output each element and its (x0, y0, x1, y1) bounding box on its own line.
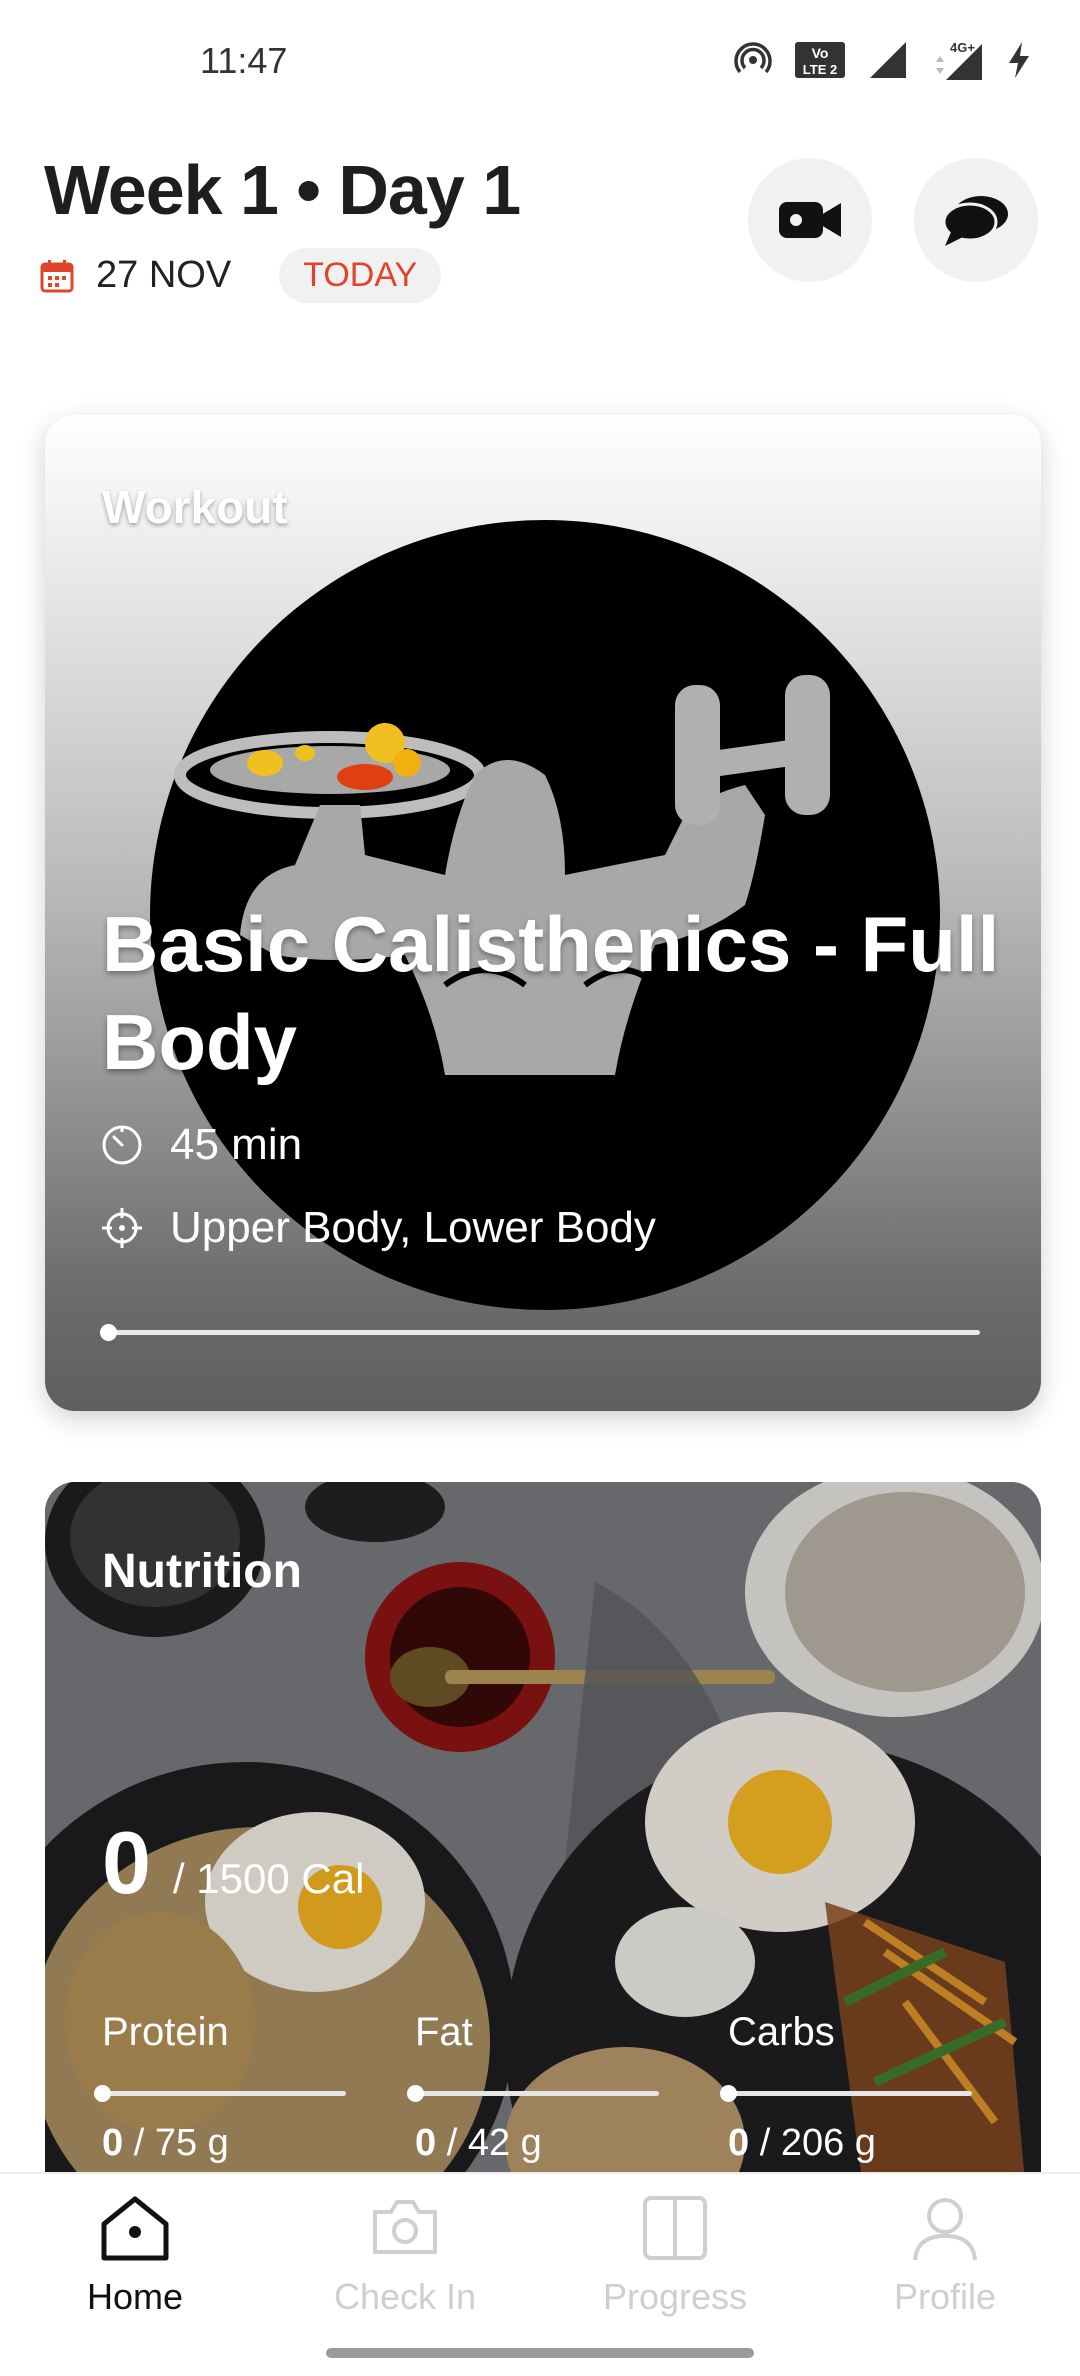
macro-consumed: 0 (728, 2122, 750, 2164)
nav-check-in[interactable]: Check In (270, 2194, 540, 2318)
progress-icon (643, 2196, 707, 2260)
home-indicator[interactable] (326, 2348, 754, 2358)
nav-profile[interactable]: Profile (810, 2194, 1080, 2318)
status-bar: 11:47 Vo LTE 2 4G+ (0, 0, 1080, 120)
chat-bubbles-icon (942, 196, 1008, 246)
svg-text:Vo: Vo (812, 45, 829, 61)
macro-target: / 75 g (123, 2122, 229, 2164)
camera-icon (373, 2200, 437, 2254)
today-badge: TODAY (279, 248, 442, 303)
charging-icon (1009, 42, 1029, 78)
workout-progress-bar (100, 1324, 980, 1341)
workout-target-areas: Upper Body, Lower Body (170, 1203, 656, 1252)
macro-progress-bar (720, 2085, 972, 2102)
macro-progress-handle (94, 2085, 111, 2102)
calories-target: / 1500 Cal (172, 1855, 365, 1902)
workout-title: Basic Calisthenics - Full Body (102, 900, 1000, 1086)
nav-progress[interactable]: Progress (540, 2194, 810, 2318)
macro-amount: 0 / 75 g (102, 2122, 352, 2165)
nav-label: Check In (333, 2276, 477, 2317)
video-camera-icon (779, 202, 841, 238)
status-icons: Vo LTE 2 4G+ (734, 38, 1032, 82)
macro-target: / 42 g (436, 2122, 542, 2164)
hotspot-icon (734, 42, 772, 74)
nutrition-label: Nutrition (102, 1545, 302, 1598)
nutrition-card[interactable]: Nutrition 0 / 1500 Cal Protein 0 / 75 g … (45, 1482, 1041, 2282)
bottom-nav: Home Check In Progress Profile (0, 2172, 1080, 2376)
page-title: Week 1 • Day 1 (44, 151, 521, 229)
macro-amount: 0 / 42 g (415, 2122, 665, 2165)
duration-row: 45 min (100, 1120, 302, 1170)
nav-home[interactable]: Home (0, 2194, 270, 2318)
nav-label: Profile (893, 2276, 997, 2317)
macro-name: Fat (415, 2010, 473, 2054)
workout-card[interactable]: Workout Basic Calisthenics - Full Body 4… (45, 415, 1041, 1411)
profile-icon (913, 2198, 977, 2261)
macro-target: / 206 g (749, 2122, 876, 2164)
signal-icon (870, 42, 906, 78)
workout-progress-handle (100, 1324, 117, 1341)
svg-text:4G+: 4G+ (950, 40, 975, 55)
macro-carbs: Carbs 0 / 206 g (720, 2010, 978, 2165)
signal-4g-icon: 4G+ (936, 40, 982, 80)
macro-progress-bar (94, 2085, 346, 2102)
volte-icon: Vo LTE 2 (795, 42, 845, 78)
chat-button[interactable] (914, 158, 1038, 282)
home-icon (101, 2196, 169, 2261)
workout-label: Workout (102, 481, 288, 533)
macro-fat: Fat 0 / 42 g (407, 2010, 665, 2165)
macro-consumed: 0 (415, 2122, 437, 2164)
target-row: Upper Body, Lower Body (100, 1203, 656, 1253)
nav-label: Progress (602, 2276, 748, 2317)
macro-name: Carbs (728, 2010, 835, 2054)
workout-duration: 45 min (170, 1120, 303, 1169)
macro-progress-handle (407, 2085, 424, 2102)
calories-row: 0 / 1500 Cal (102, 1812, 364, 1914)
svg-text:LTE 2: LTE 2 (803, 62, 837, 77)
macro-name: Protein (102, 2010, 229, 2054)
nav-label: Home (86, 2276, 184, 2317)
macro-progress-handle (720, 2085, 737, 2102)
macro-consumed: 0 (102, 2122, 124, 2164)
video-call-button[interactable] (748, 158, 872, 282)
status-time: 11:47 (200, 40, 288, 81)
calories-consumed: 0 (102, 1813, 151, 1912)
calendar-icon (40, 259, 74, 292)
macro-protein: Protein 0 / 75 g (94, 2010, 352, 2165)
date-row: 27 NOV TODAY (40, 248, 442, 303)
target-icon (102, 1208, 142, 1248)
current-date: 27 NOV (96, 254, 232, 296)
macro-amount: 0 / 206 g (728, 2122, 978, 2165)
macro-progress-bar (407, 2085, 659, 2102)
timer-icon (102, 1125, 142, 1165)
